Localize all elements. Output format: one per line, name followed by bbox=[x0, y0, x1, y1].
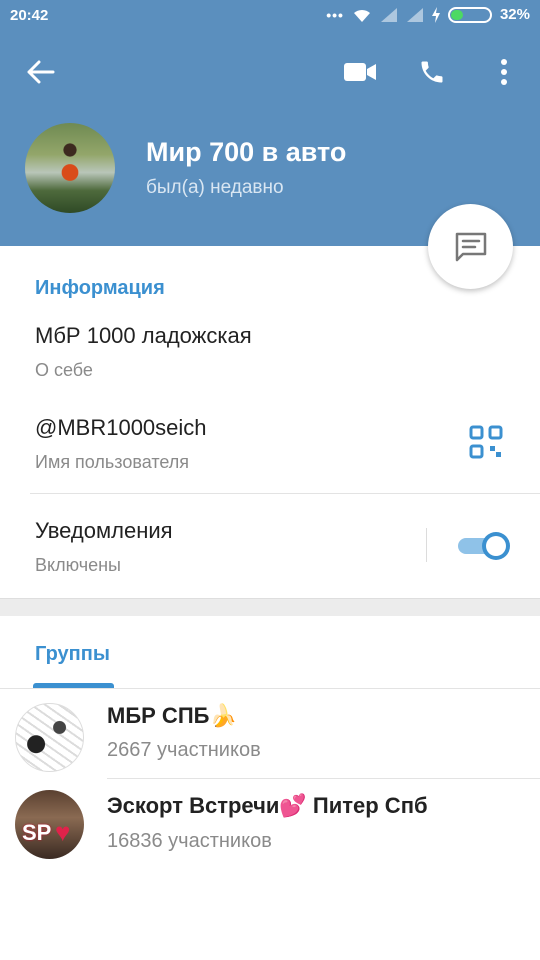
battery-level bbox=[450, 9, 463, 20]
battery-icon bbox=[447, 6, 492, 23]
back-arrow-icon bbox=[27, 60, 55, 84]
message-icon bbox=[455, 232, 486, 261]
bio-text[interactable]: МбР 1000 ладожская bbox=[35, 323, 252, 349]
status-icons: ••• 32% bbox=[326, 6, 530, 23]
tab-groups[interactable]: Группы bbox=[35, 643, 110, 666]
notifications-state: Включены bbox=[35, 555, 121, 575]
group-member-count: 2667 участников bbox=[107, 739, 261, 761]
group-avatar bbox=[15, 703, 84, 772]
group-name: Эскорт Встречи💕 Питер Спб bbox=[107, 793, 428, 818]
section-separator bbox=[0, 598, 540, 616]
notifications-toggle[interactable] bbox=[456, 532, 510, 560]
battery-percent: 32% bbox=[499, 6, 530, 23]
send-message-button[interactable] bbox=[428, 204, 513, 289]
more-options-button[interactable] bbox=[484, 52, 524, 92]
phone-icon bbox=[421, 61, 443, 83]
signal-icon bbox=[406, 7, 423, 22]
video-call-button[interactable] bbox=[340, 52, 380, 92]
profile-avatar[interactable] bbox=[25, 123, 115, 213]
group-avatar-text: SP bbox=[22, 820, 52, 845]
profile-last-seen: был(а) недавно bbox=[146, 177, 284, 198]
call-button[interactable] bbox=[412, 52, 452, 92]
charging-icon bbox=[431, 6, 440, 23]
status-bar: 20:42 ••• 32% bbox=[0, 0, 540, 32]
divider bbox=[30, 493, 540, 494]
group-name: МБР СПБ🍌 bbox=[107, 703, 237, 728]
bio-label: О себе bbox=[35, 360, 93, 380]
info-section-title: Информация bbox=[35, 277, 165, 299]
username-label: Имя пользователя bbox=[35, 452, 190, 472]
video-camera-icon bbox=[344, 63, 376, 81]
notifications-label[interactable]: Уведомления bbox=[35, 518, 173, 544]
group-member-count: 16836 участников bbox=[107, 830, 272, 852]
wifi-icon bbox=[353, 9, 370, 22]
profile-name: Мир 700 в авто bbox=[146, 137, 347, 167]
back-button[interactable] bbox=[21, 52, 61, 92]
divider bbox=[426, 528, 427, 562]
divider bbox=[107, 778, 540, 779]
group-avatar: SP ♥ bbox=[15, 790, 84, 859]
username-text[interactable]: @MBR1000seich bbox=[35, 415, 207, 441]
status-time: 20:42 bbox=[10, 7, 49, 24]
divider bbox=[0, 688, 540, 689]
signal-icon bbox=[380, 7, 397, 22]
qr-code-icon[interactable] bbox=[468, 424, 504, 460]
notification-dots-icon: ••• bbox=[326, 6, 344, 23]
more-vert-icon bbox=[501, 59, 507, 85]
heart-icon: ♥ bbox=[55, 817, 71, 847]
toggle-thumb bbox=[482, 532, 510, 560]
